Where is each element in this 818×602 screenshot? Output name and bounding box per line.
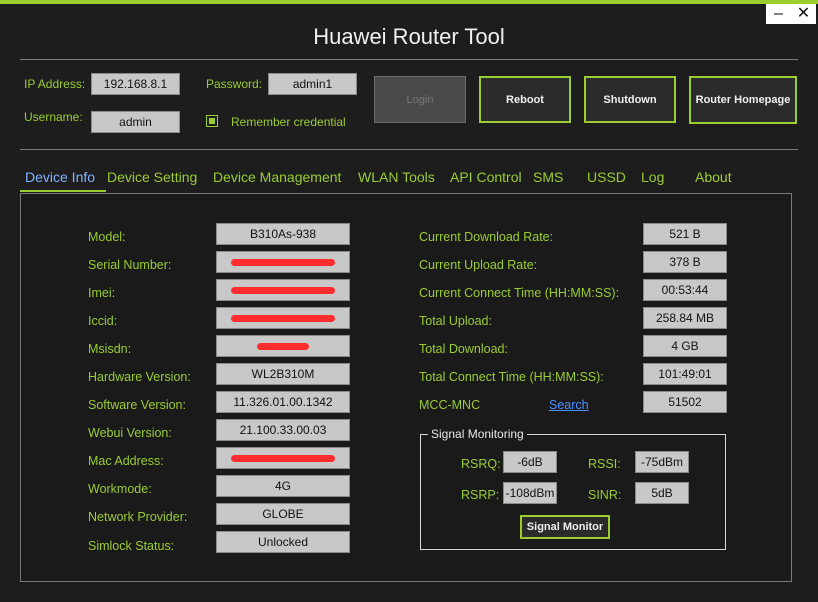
router-homepage-button[interactable]: Router Homepage: [689, 76, 797, 124]
tab-wlan-tools[interactable]: WLAN Tools: [358, 169, 435, 185]
model-label: Model:: [88, 230, 126, 244]
imei-label: Imei:: [88, 286, 116, 300]
tab-api-control[interactable]: API Control: [450, 169, 522, 185]
tab-log[interactable]: Log: [641, 169, 664, 185]
total-download-label: Total Download:: [419, 342, 508, 356]
simlock-status-value: Unlocked: [216, 531, 350, 553]
software-version-label: Software Version:: [88, 398, 186, 412]
rsrp-value: -108dBm: [503, 482, 557, 504]
redaction-mark: [231, 259, 335, 266]
remember-credential-label: Remember credential: [231, 115, 346, 129]
hardware-version-label: Hardware Version:: [88, 370, 191, 384]
tab-about[interactable]: About: [695, 169, 732, 185]
tab-ussd[interactable]: USSD: [587, 169, 626, 185]
signal-monitor-button[interactable]: Signal Monitor: [520, 515, 610, 539]
rsrq-label: RSRQ:: [461, 457, 501, 471]
tab-device-setting[interactable]: Device Setting: [107, 169, 197, 185]
redaction-mark: [231, 315, 335, 322]
iccid-value: [216, 307, 350, 329]
model-value: B310As-938: [216, 223, 350, 245]
serial-number-label: Serial Number:: [88, 258, 172, 272]
redaction-mark: [257, 343, 309, 350]
remember-credential-checkbox[interactable]: [206, 115, 218, 127]
software-version-value: 11.326.01.00.1342: [216, 391, 350, 413]
msisdn-value: [216, 335, 350, 357]
upload-rate-value: 378 B: [643, 251, 727, 273]
username-label: Username:: [24, 110, 83, 124]
rssi-value: -75dBm: [635, 451, 689, 473]
username-input[interactable]: admin: [91, 111, 180, 133]
active-tab-indicator: [20, 190, 106, 192]
signal-monitoring-title: Signal Monitoring: [428, 427, 527, 441]
msisdn-label: Msisdn:: [88, 342, 132, 356]
header-divider: [20, 59, 798, 60]
total-download-value: 4 GB: [643, 335, 727, 357]
mcc-search-link[interactable]: Search: [549, 398, 589, 412]
serial-number-value: [216, 251, 350, 273]
network-provider-value: GLOBE: [216, 503, 350, 525]
minimize-button[interactable]: –: [766, 4, 791, 24]
sinr-value: 5dB: [635, 482, 689, 504]
rsrp-label: RSRP:: [461, 488, 500, 502]
login-button[interactable]: Login: [374, 76, 466, 123]
tab-device-management[interactable]: Device Management: [213, 169, 341, 185]
redaction-mark: [231, 287, 335, 294]
total-upload-value: 258.84 MB: [643, 307, 727, 329]
iccid-label: Iccid:: [88, 314, 118, 328]
download-rate-value: 521 B: [643, 223, 727, 245]
window-accent-bar: [0, 0, 818, 4]
tab-sms[interactable]: SMS: [533, 169, 563, 185]
workmode-value: 4G: [216, 475, 350, 497]
shutdown-button[interactable]: Shutdown: [584, 76, 676, 123]
total-upload-label: Total Upload:: [419, 314, 492, 328]
ip-address-label: IP Address:: [24, 77, 86, 91]
password-label: Password:: [206, 77, 263, 91]
simlock-status-label: Simlock Status:: [88, 539, 175, 553]
connect-time-value: 00:53:44: [643, 279, 727, 301]
login-divider: [20, 149, 798, 150]
imei-value: [216, 279, 350, 301]
download-rate-label: Current Download Rate:: [419, 230, 554, 244]
total-connect-time-label: Total Connect Time (HH:MM:SS):: [419, 370, 604, 384]
app-title: Huawei Router Tool: [313, 24, 505, 49]
connect-time-label: Current Connect Time (HH:MM:SS):: [419, 286, 620, 300]
mcc-mnc-label: MCC-MNC: [419, 398, 481, 412]
window-controls: – ✕: [766, 4, 816, 24]
password-input[interactable]: admin1: [268, 73, 357, 95]
rssi-label: RSSI:: [588, 457, 621, 471]
ip-address-input[interactable]: 192.168.8.1: [91, 73, 180, 95]
webui-version-label: Webui Version:: [88, 426, 172, 440]
tab-device-info[interactable]: Device Info: [25, 169, 95, 185]
total-connect-time-value: 101:49:01: [643, 363, 727, 385]
hardware-version-value: WL2B310M: [216, 363, 350, 385]
mac-address-label: Mac Address:: [88, 454, 164, 468]
rsrq-value: -6dB: [503, 451, 557, 473]
close-button[interactable]: ✕: [791, 4, 816, 24]
network-provider-label: Network Provider:: [88, 510, 188, 524]
mac-address-value: [216, 447, 350, 469]
reboot-button[interactable]: Reboot: [479, 76, 571, 123]
sinr-label: SINR:: [588, 488, 622, 502]
upload-rate-label: Current Upload Rate:: [419, 258, 538, 272]
redaction-mark: [231, 455, 335, 462]
mcc-mnc-value: 51502: [643, 391, 727, 413]
workmode-label: Workmode:: [88, 482, 152, 496]
webui-version-value: 21.100.33.00.03: [216, 419, 350, 441]
